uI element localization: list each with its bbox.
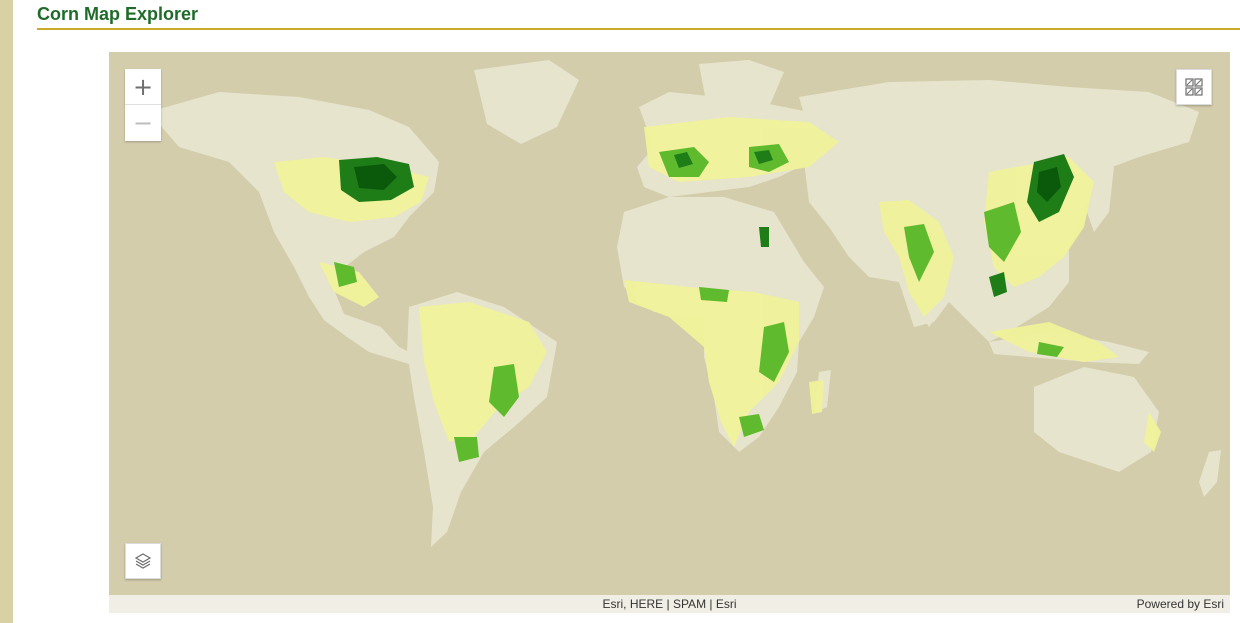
layer-list-button[interactable] [125, 543, 161, 579]
zoom-out-button[interactable]: − [125, 105, 161, 140]
powered-by-esri[interactable]: Powered by Esri [1137, 597, 1224, 611]
plus-icon: + [132, 72, 154, 101]
title-divider [37, 28, 1240, 30]
minus-icon: − [132, 108, 154, 137]
world-map[interactable] [109, 52, 1230, 595]
map-attribution: Esri, HERE | SPAM | Esri Powered by Esri [109, 595, 1230, 613]
page-title: Corn Map Explorer [37, 4, 199, 24]
basemap-gallery-button[interactable] [1176, 69, 1212, 105]
zoom-control: + − [125, 69, 161, 141]
map-view[interactable]: + − Esri, HERE | SPAM | Esri Powered by … [109, 52, 1230, 613]
grid-icon [1185, 78, 1203, 96]
left-rail [0, 0, 13, 623]
attribution-text: Esri, HERE | SPAM | Esri [602, 597, 737, 611]
zoom-in-button[interactable]: + [125, 69, 161, 105]
layers-icon [134, 553, 152, 569]
